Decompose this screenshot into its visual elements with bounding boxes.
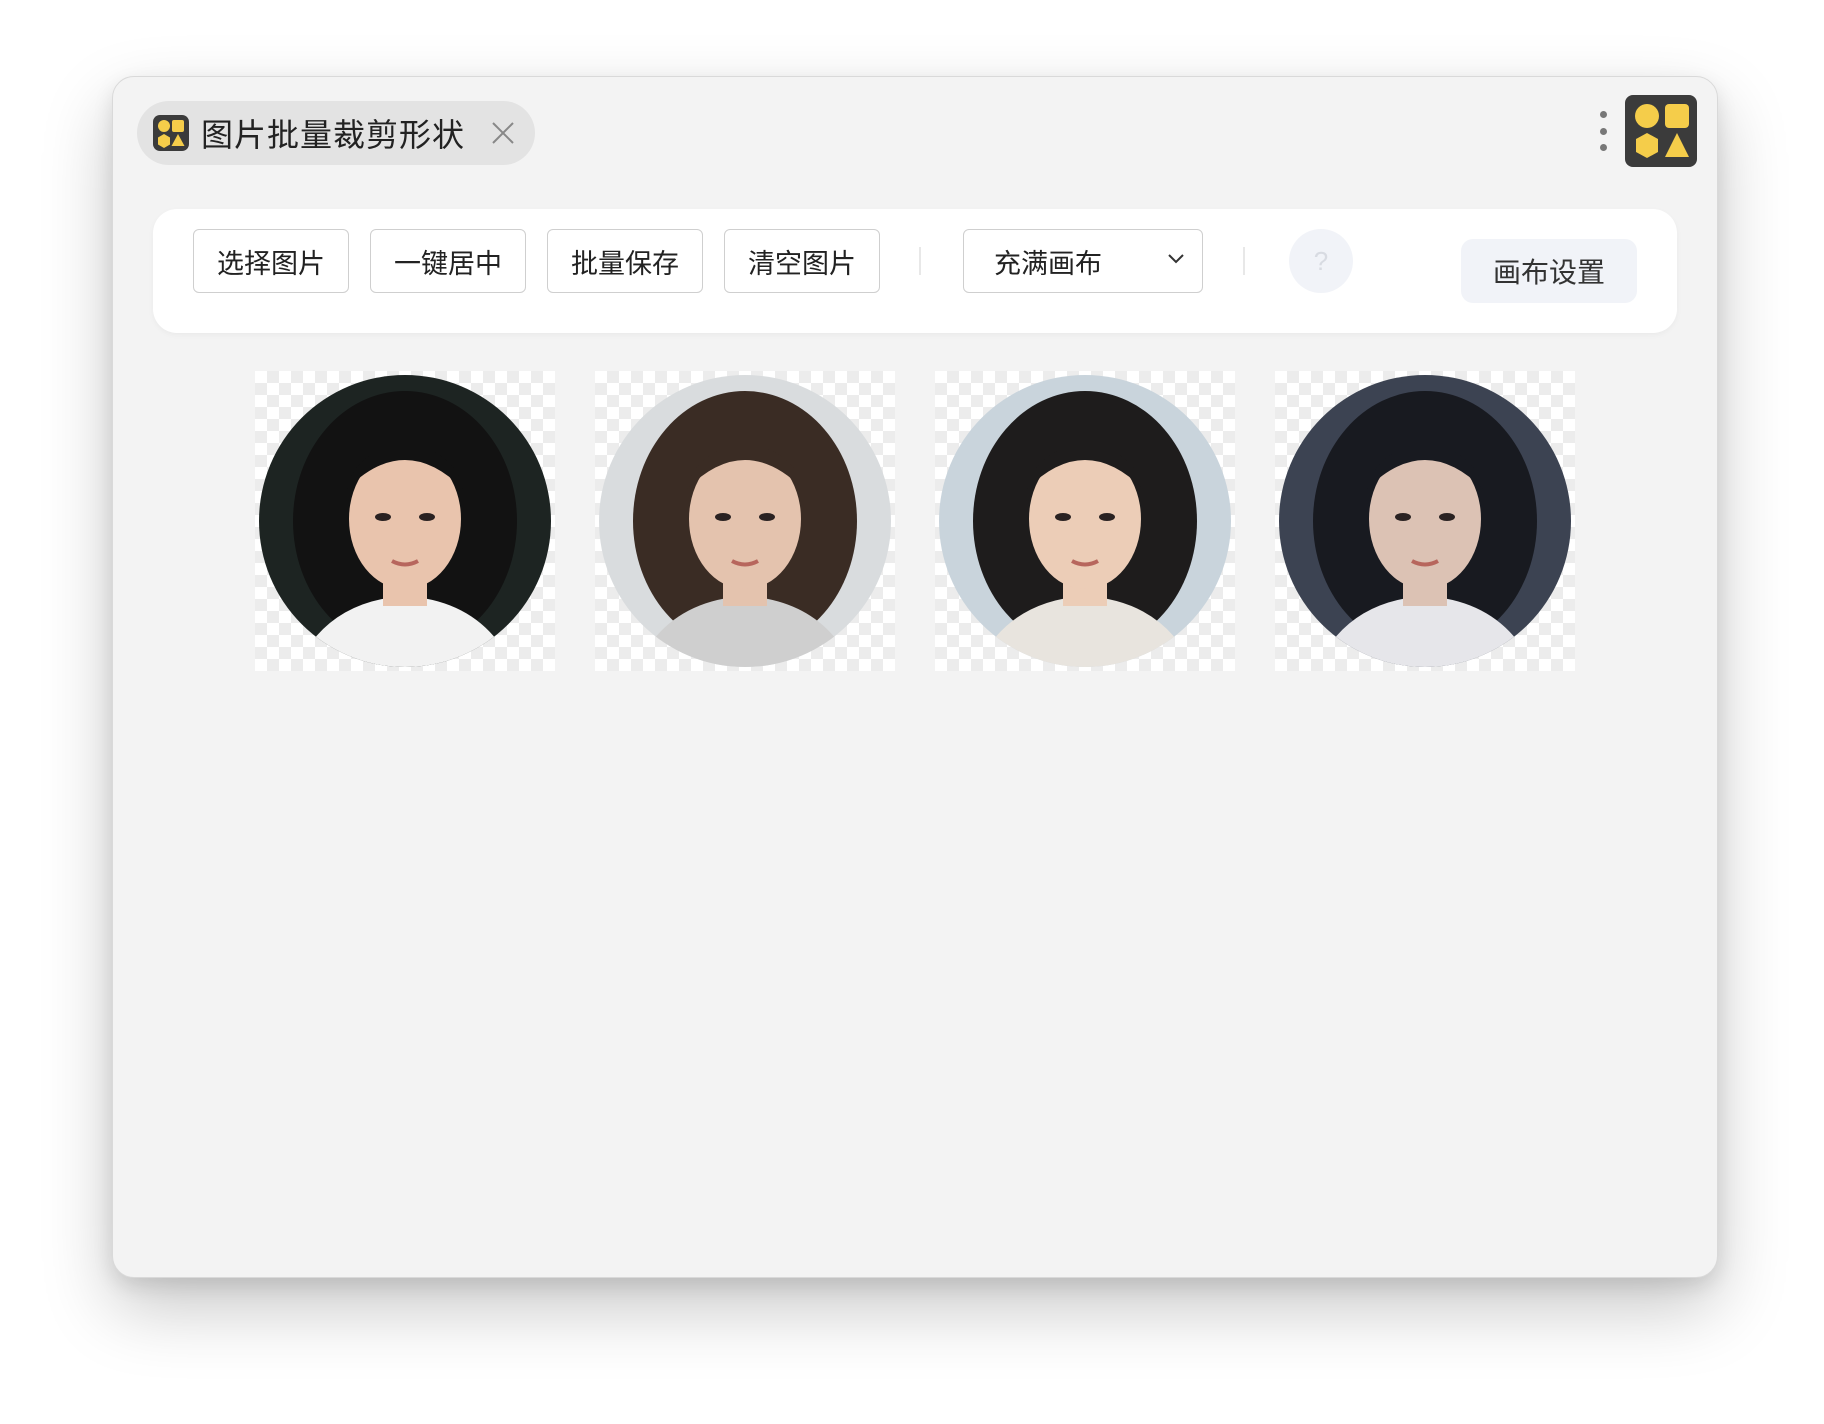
toolbar: 选择图片 一键居中 批量保存 清空图片 充满画布 ? 画布设置	[153, 209, 1677, 333]
fit-mode-select[interactable]: 充满画布	[963, 229, 1203, 293]
chevron-down-icon	[1166, 252, 1186, 270]
canvas-settings-button[interactable]: 画布设置	[1461, 239, 1637, 303]
cropped-portrait	[1279, 375, 1571, 667]
clear-images-button[interactable]: 清空图片	[724, 229, 880, 293]
tab-title: 图片批量裁剪形状	[201, 116, 466, 154]
toolbar-divider	[919, 247, 921, 275]
center-all-button[interactable]: 一键居中	[370, 229, 526, 293]
help-button[interactable]: ?	[1289, 229, 1353, 293]
image-thumbnail[interactable]	[1275, 371, 1575, 671]
cropped-portrait	[939, 375, 1231, 667]
tab-shape-cropper[interactable]: 图片批量裁剪形状	[137, 101, 536, 165]
close-icon[interactable]	[487, 117, 519, 149]
app-shapes-icon[interactable]	[1625, 95, 1697, 167]
cropped-portrait	[599, 375, 891, 667]
cropped-portrait	[259, 375, 551, 667]
more-vertical-icon[interactable]	[1597, 109, 1609, 153]
select-images-button[interactable]: 选择图片	[193, 229, 349, 293]
fit-mode-value: 充满画布	[994, 248, 1102, 280]
app-shapes-icon	[153, 115, 189, 151]
app-window: 图片批量裁剪形状 选择图片 一键居中 批量保存 清空图片 充满画布 ? 画布设置	[112, 76, 1718, 1278]
image-thumbnail[interactable]	[595, 371, 895, 671]
toolbar-divider	[1243, 247, 1245, 275]
image-thumbnail[interactable]	[935, 371, 1235, 671]
batch-save-button[interactable]: 批量保存	[547, 229, 703, 293]
image-thumbnail[interactable]	[255, 371, 555, 671]
